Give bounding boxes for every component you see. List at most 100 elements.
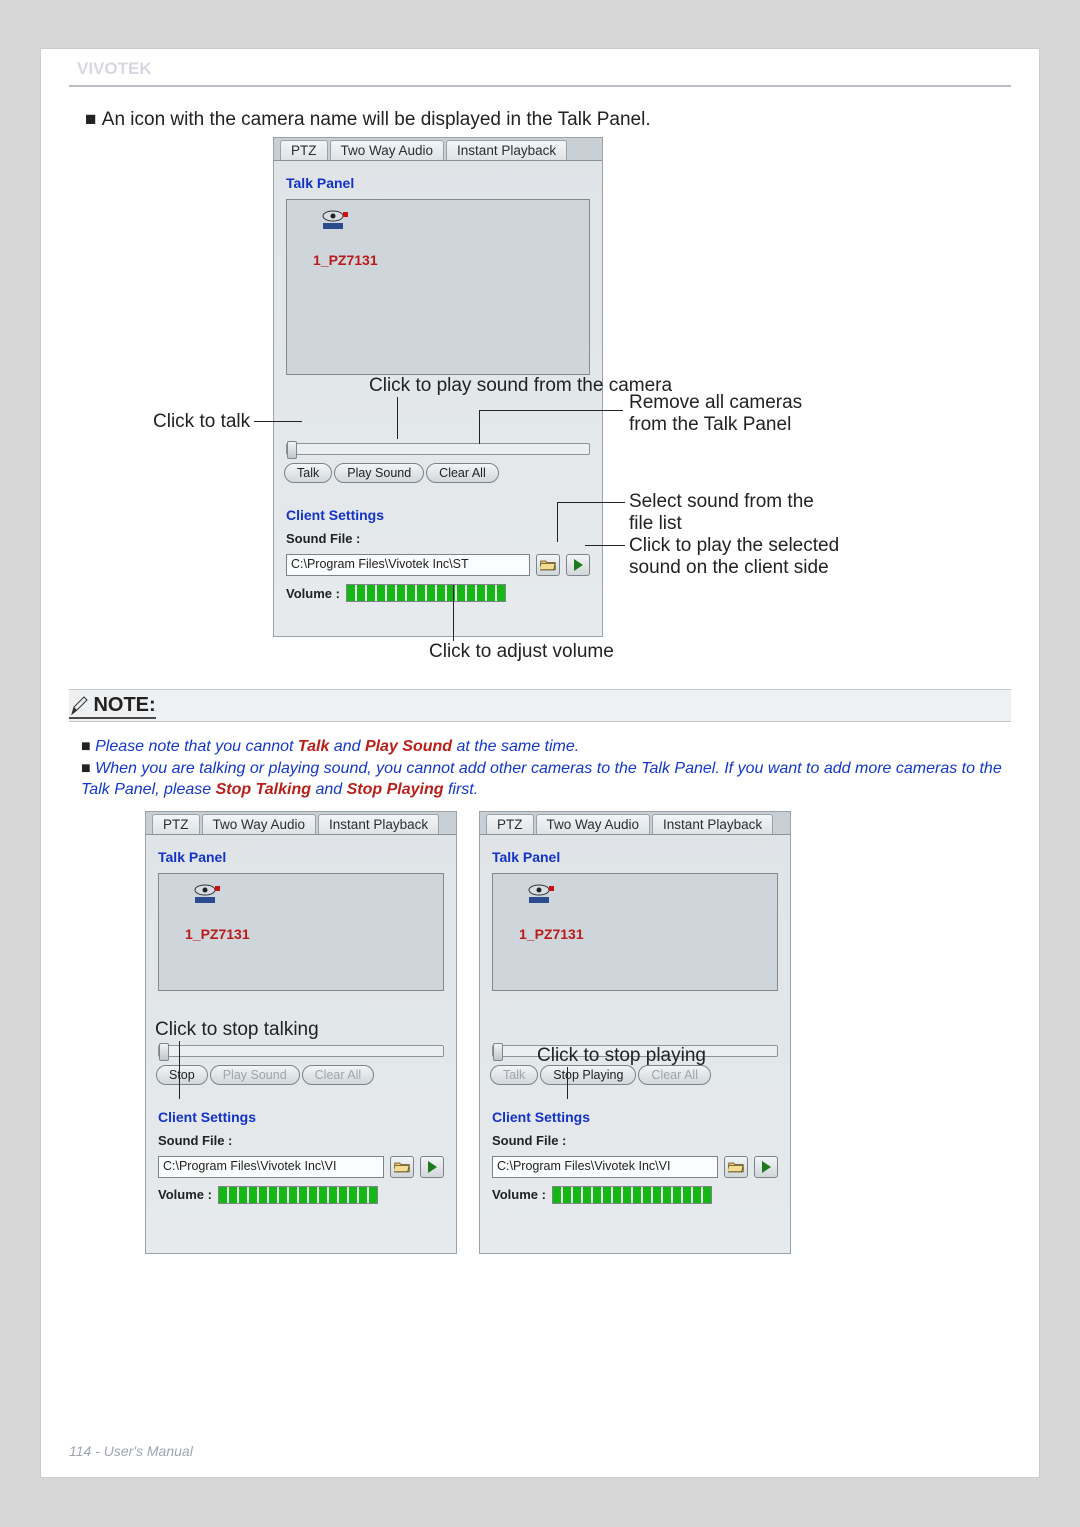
note-line-2: ■ When you are talking or playing sound,… (81, 758, 1007, 801)
play-icon (428, 1161, 437, 1173)
callout-stop-talking: Click to stop talking (155, 1019, 319, 1041)
tab-instant-playback[interactable]: Instant Playback (652, 814, 773, 834)
camera-icon[interactable]: 1_PZ7131 (513, 884, 571, 934)
volume-label: Volume : (158, 1187, 212, 1202)
browse-folder-button[interactable] (390, 1156, 414, 1178)
play-sound-file-button[interactable] (566, 554, 590, 576)
leader-line (397, 397, 398, 439)
volume-row: Volume : (480, 1182, 790, 1214)
volume-label: Volume : (286, 586, 340, 601)
folder-icon (540, 558, 556, 572)
leader-line (585, 545, 625, 546)
intro-text-content: An icon with the camera name will be dis… (102, 109, 651, 130)
stop-playing-button[interactable]: Stop Playing (540, 1065, 636, 1085)
button-row-main: Talk Play Sound Clear All (274, 461, 602, 493)
talk-panel-title: Talk Panel (274, 161, 602, 195)
tab-two-way-audio[interactable]: Two Way Audio (330, 140, 445, 160)
tab-ptz[interactable]: PTZ (280, 140, 328, 160)
tab-strip: PTZ Two Way Audio Instant Playback (274, 138, 602, 161)
tab-instant-playback[interactable]: Instant Playback (318, 814, 439, 834)
bottom-figures: PTZ Two Way Audio Instant Playback Talk … (69, 811, 1011, 1281)
note-title: NOTE: (93, 694, 155, 716)
browse-folder-button[interactable] (724, 1156, 748, 1178)
page-footer: 114 - User's Manual (69, 1443, 193, 1459)
progress-track[interactable] (158, 1045, 444, 1057)
leader-line (179, 1041, 180, 1099)
leader-line (453, 585, 454, 641)
note-line-1: ■ Please note that you cannot Talk and P… (81, 736, 1007, 758)
sound-file-input[interactable]: C:\Program Files\Vivotek Inc\VI (492, 1156, 718, 1178)
play-icon (574, 559, 583, 571)
button-row: Stop Play Sound Clear All (146, 1063, 456, 1095)
talk-button[interactable]: Talk (284, 463, 332, 483)
leader-line (254, 421, 302, 422)
talk-panel-title: Talk Panel (480, 835, 790, 869)
leader-line (479, 410, 623, 411)
callout-play-selected-1: Click to play the selected (629, 535, 839, 557)
tab-strip: PTZ Two Way Audio Instant Playback (146, 812, 456, 835)
tab-strip: PTZ Two Way Audio Instant Playback (480, 812, 790, 835)
sound-file-row: C:\Program Files\Vivotek Inc\ST (274, 548, 602, 580)
callout-play-selected-2: sound on the client side (629, 557, 829, 579)
track-thumb[interactable] (287, 441, 297, 459)
play-sound-button[interactable]: Play Sound (334, 463, 424, 483)
client-settings-title: Client Settings (146, 1095, 456, 1129)
track-thumb[interactable] (159, 1043, 169, 1061)
volume-slider[interactable] (218, 1186, 378, 1204)
client-settings-title: Client Settings (274, 493, 602, 527)
play-sound-file-button[interactable] (754, 1156, 778, 1178)
folder-icon (728, 1160, 744, 1174)
callout-remove-all-1: Remove all cameras (629, 392, 802, 414)
brand-divider (69, 85, 1011, 87)
sound-file-input[interactable]: C:\Program Files\Vivotek Inc\ST (286, 554, 530, 576)
camera-name-label: 1_PZ7131 (519, 926, 584, 942)
volume-label: Volume : (492, 1187, 546, 1202)
callout-stop-playing: Click to stop playing (537, 1045, 706, 1067)
talk-panel-title: Talk Panel (146, 835, 456, 869)
camera-list: 1_PZ7131 (158, 873, 444, 991)
callout-remove-all-2: from the Talk Panel (629, 414, 791, 436)
volume-slider[interactable] (346, 584, 506, 602)
callout-play-sound-camera: Click to play sound from the camera (369, 375, 672, 397)
stop-button[interactable]: Stop (156, 1065, 208, 1085)
note-bar: NOTE: (69, 689, 1011, 722)
sound-file-input[interactable]: C:\Program Files\Vivotek Inc\VI (158, 1156, 384, 1178)
talk-panel-stop-playing: PTZ Two Way Audio Instant Playback Talk … (479, 811, 791, 1254)
volume-row: Volume : (274, 580, 602, 612)
tab-two-way-audio[interactable]: Two Way Audio (536, 814, 651, 834)
clear-all-button: Clear All (638, 1065, 711, 1085)
browse-folder-button[interactable] (536, 554, 560, 576)
tab-ptz[interactable]: PTZ (152, 814, 200, 834)
sound-file-row: C:\Program Files\Vivotek Inc\VI (146, 1150, 456, 1182)
camera-name-label: 1_PZ7131 (185, 926, 250, 942)
notes-body: ■ Please note that you cannot Talk and P… (69, 730, 1011, 811)
callout-click-to-talk: Click to talk (153, 411, 250, 433)
leader-line (567, 1067, 568, 1099)
sound-file-label: Sound File : (146, 1129, 456, 1150)
tab-ptz[interactable]: PTZ (486, 814, 534, 834)
camera-icon[interactable]: 1_PZ7131 (179, 884, 237, 934)
pencil-icon (69, 695, 89, 717)
volume-slider[interactable] (552, 1186, 712, 1204)
callout-select-sound-2: file list (629, 513, 682, 535)
camera-list: 1_PZ7131 (492, 873, 778, 991)
sound-file-row: C:\Program Files\Vivotek Inc\VI (480, 1150, 790, 1182)
tab-two-way-audio[interactable]: Two Way Audio (202, 814, 317, 834)
play-sound-file-button[interactable] (420, 1156, 444, 1178)
track-thumb[interactable] (493, 1043, 503, 1061)
clear-all-button[interactable]: Clear All (426, 463, 499, 483)
sound-file-label: Sound File : (480, 1129, 790, 1150)
play-icon (762, 1161, 771, 1173)
leader-line (557, 502, 558, 542)
intro-text: ■ An icon with the camera name will be d… (69, 109, 1011, 131)
camera-icon[interactable]: 1_PZ7131 (307, 210, 365, 260)
callout-select-sound-1: Select sound from the (629, 491, 814, 513)
button-row: Talk Stop Playing Clear All (480, 1063, 790, 1095)
tab-instant-playback[interactable]: Instant Playback (446, 140, 567, 160)
progress-track[interactable] (286, 443, 590, 455)
leader-line (557, 502, 625, 503)
client-settings-title: Client Settings (480, 1095, 790, 1129)
sound-file-label: Sound File : (274, 527, 602, 548)
talk-button: Talk (490, 1065, 538, 1085)
play-sound-button: Play Sound (210, 1065, 300, 1085)
